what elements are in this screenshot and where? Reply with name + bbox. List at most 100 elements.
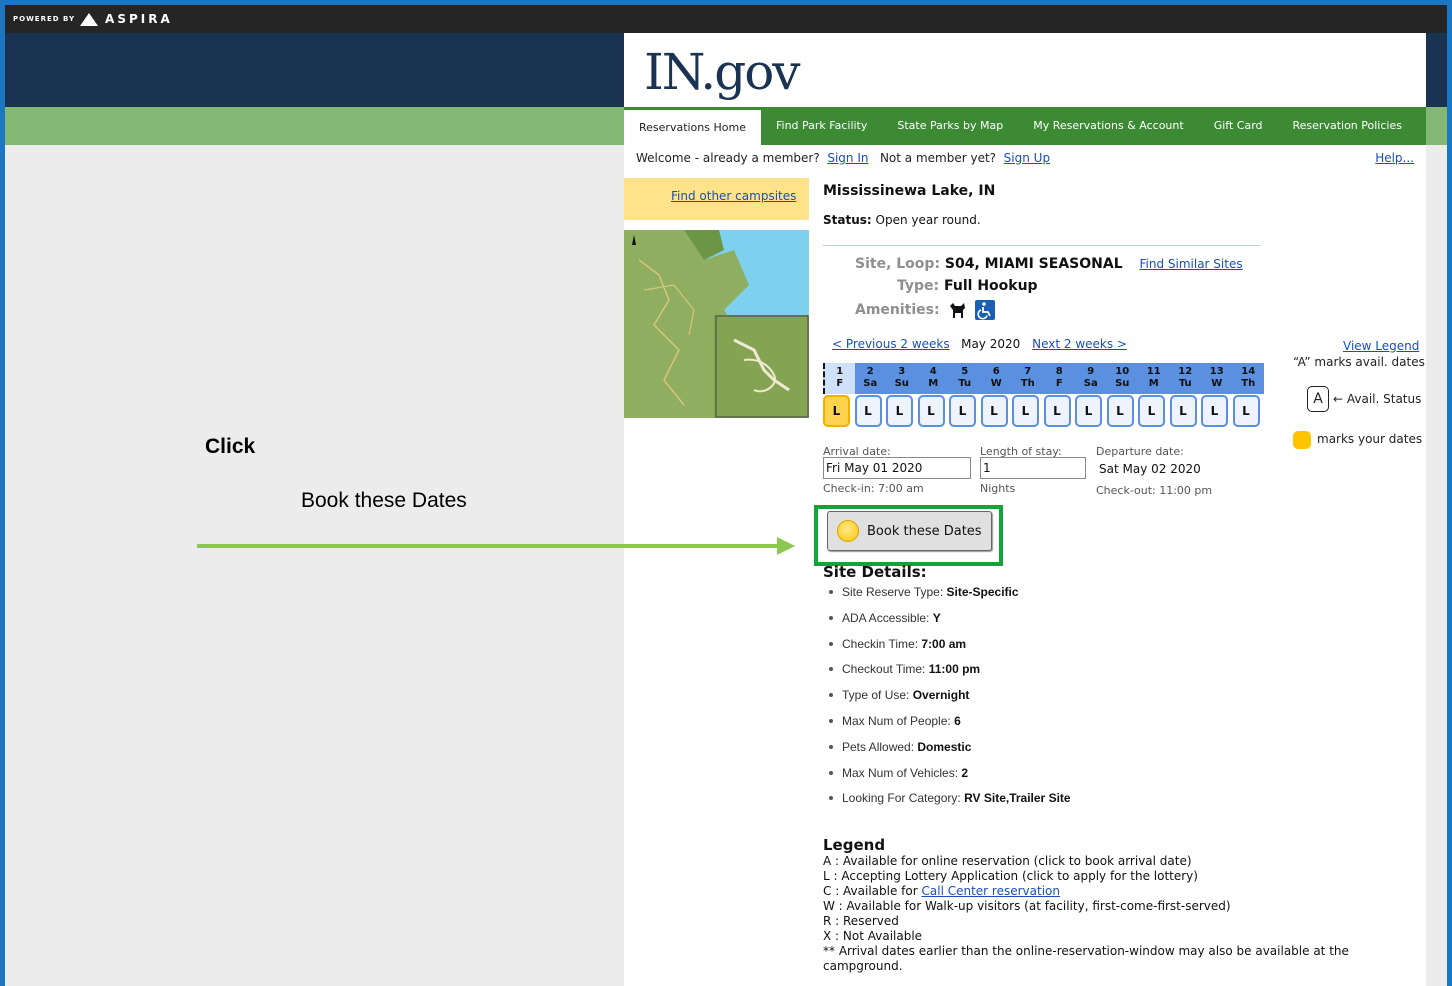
day-cell[interactable]: L (1138, 395, 1165, 427)
day-cell[interactable]: L (917, 395, 945, 427)
arrival-date-input[interactable]: Fri May 01 2020 (823, 457, 971, 479)
sign-up-link[interactable]: Sign Up (1004, 151, 1050, 165)
pet-icon (947, 300, 968, 320)
tab-state-parks-by-map[interactable]: State Parks by Map (882, 107, 1018, 145)
site-info: Site, Loop: S04, MIAMI SEASONAL Find Sim… (855, 253, 1243, 321)
next-weeks-link[interactable]: Next 2 weeks > (1032, 337, 1127, 351)
calendar-days: 1F 2 Sa 3 Su 4M 5 Tu 6W 7 Th 8F 9 Sa 10 Su 11 M… (823, 363, 1264, 394)
day-cell[interactable]: L (1012, 395, 1039, 427)
departure-label: Departure date: (1096, 445, 1184, 458)
day-cell[interactable]: L (1169, 395, 1197, 427)
legend-yours-swatch (1293, 431, 1311, 449)
status-label: Status: (823, 213, 872, 227)
screenshot-frame: POWERED BY ASPIRA IN.gov Reservations Ho… (0, 0, 1452, 986)
tab-find-park-facility[interactable]: Find Park Facility (761, 107, 882, 145)
view-legend-link[interactable]: View Legend (1343, 339, 1419, 353)
right-pane (1426, 145, 1447, 986)
legend-avail-text: ← Avail. Status (1333, 392, 1422, 406)
main-nav: Reservations Home Find Park Facility Sta… (624, 107, 1426, 145)
legend-r: R : Reserved (823, 914, 899, 928)
powered-by: POWERED BY ASPIRA (13, 12, 173, 26)
site-details-list: Site Reserve Type: Site-Specific ADA Acc… (828, 582, 1071, 814)
list-item: ADA Accessible: Y (828, 608, 1071, 634)
sign-in-link[interactable]: Sign In (827, 151, 868, 165)
list-item: Max Num of People: 6 (828, 711, 1071, 737)
welcome-bar: Welcome - already a member? Sign In Not … (636, 151, 1050, 165)
length-of-stay-input[interactable]: 1 (980, 457, 1086, 479)
checkin-text: Check-in: 7:00 am (823, 482, 924, 495)
previous-weeks-link[interactable]: < Previous 2 weeks (832, 337, 950, 351)
day-cell[interactable]: L (1106, 395, 1134, 427)
day-cell[interactable]: L (1232, 395, 1260, 427)
day-cell[interactable]: L (1201, 395, 1228, 427)
find-similar-sites-link[interactable]: Find Similar Sites (1139, 257, 1242, 271)
legend-marks-text: “A” marks avail. dates (1293, 355, 1425, 369)
annotation-book-text: Book these Dates (301, 489, 467, 512)
site-type-value: Full Hookup (944, 278, 1038, 294)
checkout-text: Check-out: 11:00 pm (1096, 484, 1213, 497)
park-map[interactable] (624, 230, 809, 418)
wheelchair-icon (975, 300, 996, 320)
day-header: 12 Tu (1169, 363, 1201, 394)
day-cell[interactable]: L (949, 395, 976, 427)
call-center-link[interactable]: Call Center reservation (922, 884, 1060, 898)
day-header: 13 W (1201, 363, 1233, 394)
day-header: 5 Tu (949, 363, 981, 394)
nights-text: Nights (980, 482, 1016, 495)
tab-my-reservations[interactable]: My Reservations & Account (1018, 107, 1198, 145)
day-cell[interactable]: L (854, 395, 882, 427)
departure-date-value: Sat May 02 2020 (1099, 462, 1201, 476)
list-item: Checkin Time: 7:00 am (828, 634, 1071, 660)
separator (823, 245, 1260, 246)
help-link[interactable]: Help... (1375, 151, 1414, 165)
day-header: 6W (980, 363, 1012, 394)
list-item: Pets Allowed: Domestic (828, 737, 1071, 763)
month-label: May 2020 (961, 337, 1021, 351)
annotation-click: Click (205, 435, 256, 458)
list-item: Checkout Time: 11:00 pm (828, 659, 1071, 685)
annotation-arrow (197, 544, 777, 548)
site-loop-row: Site, Loop: S04, MIAMI SEASONAL Find Sim… (855, 253, 1243, 275)
top-bar: POWERED BY ASPIRA (5, 5, 1447, 33)
find-other-campsites-link[interactable]: Find other campsites (671, 189, 796, 203)
day-cell-selected[interactable]: L (823, 395, 850, 427)
day-header: 7 Th (1012, 363, 1044, 394)
aspira-logo-text: ASPIRA (105, 12, 173, 26)
calendar-legend-graphic: “A” marks avail. dates A ← Avail. Status… (1289, 353, 1425, 453)
day-header: 1F (823, 363, 855, 394)
day-header: 9 Sa (1075, 363, 1107, 394)
book-button-label: Book these Dates (867, 523, 982, 539)
site-type-row: Type: Full Hookup (855, 275, 1243, 297)
day-header: 10 Su (1106, 363, 1138, 394)
site-details-heading: Site Details: (823, 563, 927, 581)
legend-list: A : Available for online reservation (cl… (823, 854, 1383, 974)
legend-heading: Legend (823, 836, 886, 854)
not-member-text: Not a member yet? (879, 151, 997, 165)
day-header: 11 M (1138, 363, 1170, 394)
tab-reservation-policies[interactable]: Reservation Policies (1278, 107, 1417, 145)
day-cell[interactable]: L (1075, 395, 1102, 427)
list-item: Site Reserve Type: Site-Specific (828, 582, 1071, 608)
calendar-cells: L L L L L L L L L L L L L L (823, 395, 1264, 427)
legend-c: C : Available for Call Center reservatio… (823, 884, 1060, 898)
sun-icon (837, 520, 859, 542)
week-navigation: < Previous 2 weeks May 2020 Next 2 weeks… (832, 337, 1127, 351)
map-graphic (624, 230, 809, 418)
list-item: Looking For Category: RV Site,Trailer Si… (828, 788, 1071, 814)
book-these-dates-button[interactable]: Book these Dates (827, 511, 992, 551)
day-header: 8F (1043, 363, 1075, 394)
ingov-logo[interactable]: IN.gov (644, 43, 801, 101)
day-cell[interactable]: L (886, 395, 913, 427)
amenities-label: Amenities: (855, 302, 940, 318)
day-cell[interactable]: L (1043, 395, 1071, 427)
tab-reservations-home[interactable]: Reservations Home (624, 107, 761, 145)
legend-w: W : Available for Walk-up visitors (at f… (823, 899, 1231, 913)
status-value: Open year round. (875, 213, 981, 227)
site-loop-label: Site, Loop: (855, 256, 941, 272)
tab-gift-card[interactable]: Gift Card (1199, 107, 1278, 145)
day-cell[interactable]: L (980, 395, 1008, 427)
legend-yours-text: marks your dates (1317, 432, 1423, 446)
aspira-logo-icon (80, 12, 99, 26)
reservation-page: IN.gov Reservations Home Find Park Facil… (624, 33, 1426, 986)
day-header: 14 Th (1232, 363, 1264, 394)
